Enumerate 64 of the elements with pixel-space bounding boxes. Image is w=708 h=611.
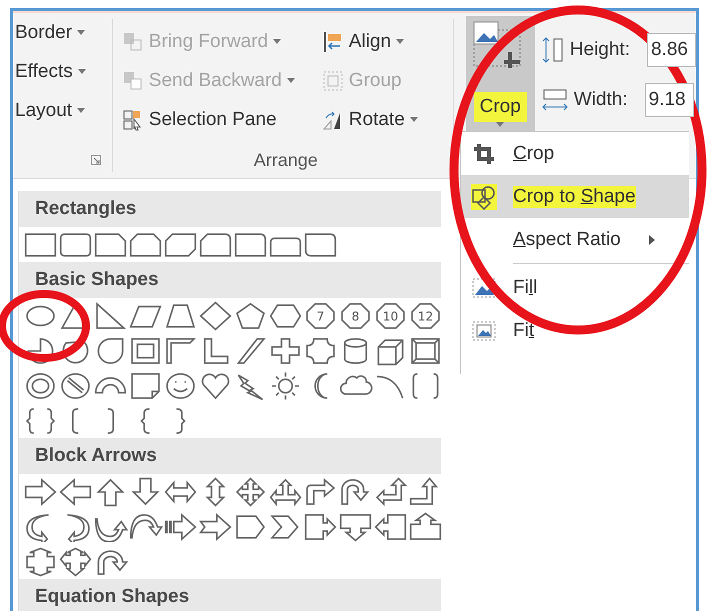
numbered-polygon-icon[interactable]: 12 [408, 300, 443, 330]
pentagon-icon[interactable] [233, 300, 268, 330]
width-field[interactable]: 9.18 [644, 83, 694, 117]
half-frame-icon[interactable] [163, 336, 198, 366]
caret-icon [410, 117, 418, 122]
dialog-launcher-icon[interactable] [90, 155, 101, 165]
double-brace-icon[interactable] [23, 406, 58, 436]
group-icon [322, 70, 344, 92]
caret-icon [396, 39, 404, 44]
menu-item[interactable]: Fill [461, 266, 689, 309]
folded-corner-icon[interactable] [128, 370, 163, 400]
arrow-callout-icon[interactable] [408, 512, 443, 542]
arrow-callout-icon[interactable] [303, 512, 338, 542]
section-header: Block Arrows [19, 438, 441, 474]
caret-icon [286, 78, 295, 83]
notched-arrow-icon[interactable] [198, 512, 233, 542]
caret-icon [78, 69, 86, 74]
send-backward-icon [122, 70, 144, 92]
diamond-icon[interactable] [198, 300, 233, 330]
submenu-arrow-icon [649, 234, 655, 244]
arrow-callout-icon[interactable] [338, 512, 373, 542]
caret-icon [77, 108, 86, 113]
ribbon-button[interactable]: Align [322, 22, 447, 61]
caret-icon [273, 39, 282, 44]
right-triangle-icon[interactable] [93, 300, 128, 330]
numbered-polygon-icon[interactable]: 7 [303, 300, 338, 330]
group-label: Arrange [254, 150, 318, 170]
section-header: Rectangles [19, 191, 441, 227]
section-header: Equation Shapes [19, 579, 441, 611]
ribbon-button[interactable]: Border [15, 13, 109, 52]
bevel-icon[interactable] [408, 336, 443, 366]
ribbon-button[interactable]: Layout [15, 91, 109, 130]
cross-icon[interactable] [268, 336, 303, 366]
height-label: Height: [570, 39, 630, 61]
quad-arrow-callout-icon[interactable] [58, 546, 93, 576]
striped-arrow-icon[interactable] [163, 512, 198, 542]
bent-arrow-icon[interactable] [303, 476, 338, 506]
section-header: Basic Shapes [19, 262, 441, 298]
left-up-arrow-icon[interactable] [373, 476, 408, 506]
bring-forward-icon [122, 30, 144, 52]
curved-arrow-icon[interactable] [128, 512, 163, 542]
menu-item[interactable]: Crop to Shape [461, 175, 689, 218]
arrow-callout-icon[interactable] [23, 546, 58, 576]
frame-icon[interactable] [128, 336, 163, 366]
numbered-polygon-icon[interactable]: 8 [338, 300, 373, 330]
arrow-callout-icon[interactable] [373, 512, 408, 542]
height-icon [540, 36, 565, 64]
quad-arrow-icon[interactable] [233, 476, 268, 506]
crop-to-shape-icon [471, 184, 497, 210]
menu-item[interactable]: Aspect Ratio [461, 218, 689, 261]
left-arrow-icon[interactable] [58, 476, 93, 506]
right-arrow-icon[interactable] [23, 476, 58, 506]
menu-item[interactable]: Fit [461, 309, 689, 352]
caret-icon [77, 30, 86, 35]
ribbon-button[interactable]: Rotate [322, 100, 447, 139]
three-way-arrow-icon[interactable] [268, 476, 303, 506]
selection-pane-icon [122, 108, 144, 130]
ribbon-button[interactable]: Selection Pane [122, 100, 322, 139]
plaque-icon[interactable] [303, 336, 338, 366]
numbered-polygon-icon[interactable]: 10 [373, 300, 408, 330]
align-icon [322, 30, 344, 52]
height-field[interactable]: 8.86 [646, 33, 696, 67]
width-label: Width: [574, 89, 628, 111]
ribbon-button[interactable]: Effects [15, 52, 109, 91]
